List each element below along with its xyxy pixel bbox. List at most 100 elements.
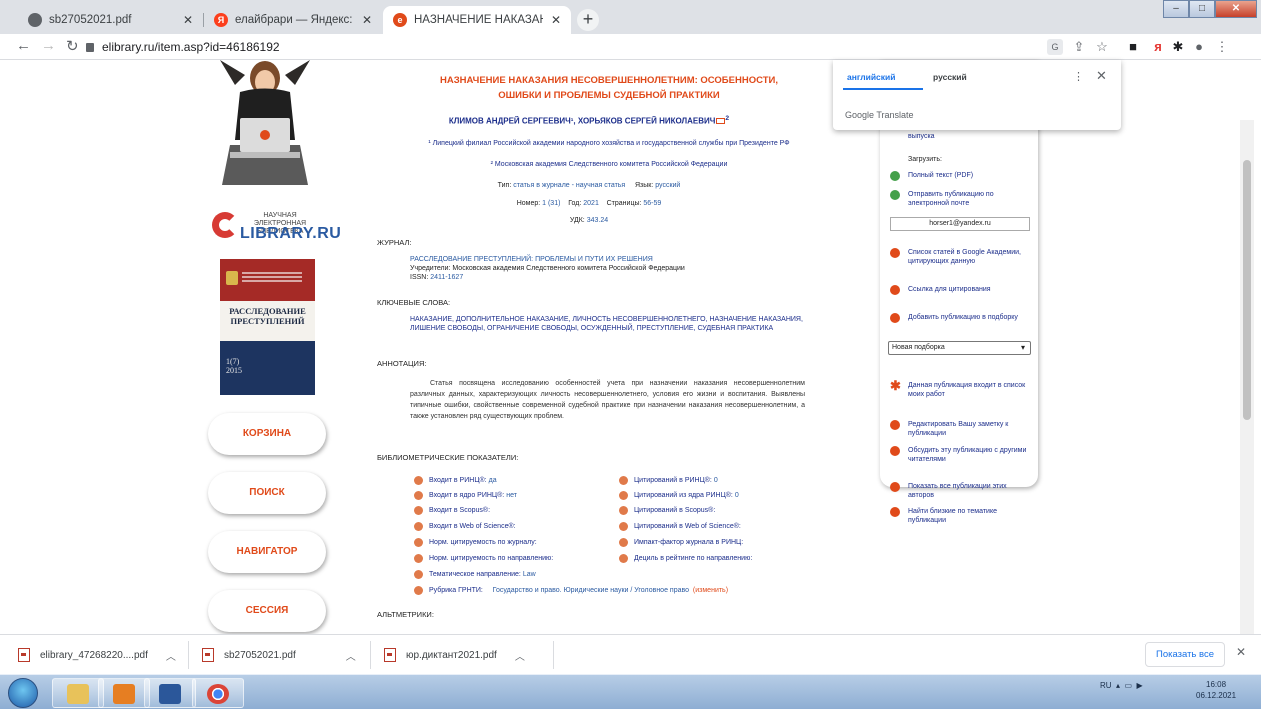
citation-link[interactable]: Ссылка для цитирования	[890, 285, 1033, 295]
my-works-link[interactable]: ✱ Данная публикация входит в список моих …	[890, 379, 1033, 399]
download-item[interactable]: sb27052021.pdf ︿	[202, 645, 356, 665]
minimize-button[interactable]: –	[1163, 0, 1189, 18]
help-icon[interactable]	[414, 476, 423, 485]
article-authors[interactable]: КЛИМОВ АНДРЕЙ СЕРГЕЕВИЧ¹, ХОРЬЯКОВ СЕРГЕ…	[364, 115, 814, 126]
journal-founders: Учредители: Московская академия Следстве…	[410, 265, 685, 272]
search-button[interactable]: ПОИСК	[208, 472, 326, 514]
translate-tab-russian[interactable]: русский	[933, 72, 967, 82]
send-email-link[interactable]: Отправить публикацию по электронной почт…	[890, 190, 1033, 208]
journal-link[interactable]: РАССЛЕДОВАНИЕ ПРЕСТУПЛЕНИЙ: ПРОБЛЕМЫ И П…	[410, 255, 810, 264]
help-icon[interactable]	[619, 506, 628, 515]
page-scrollbar[interactable]	[1240, 120, 1254, 634]
share-icon[interactable]: ⇪	[1071, 39, 1087, 55]
help-icon[interactable]	[414, 570, 423, 579]
help-icon[interactable]	[414, 538, 423, 547]
show-authors-publications-link[interactable]: Показать все публикации этих авторов	[890, 482, 1033, 500]
email-field[interactable]: horser1@yandex.ru	[890, 217, 1030, 231]
download-item[interactable]: elibrary_47268220....pdf ︿	[18, 645, 176, 665]
bookmark-star-icon[interactable]: ☆	[1094, 39, 1110, 55]
bibliometrics-heading: БИБЛИОМЕТРИЧЕСКИЕ ПОКАЗАТЕЛИ:	[377, 453, 519, 462]
fulltext-pdf-link[interactable]: Полный текст (PDF)	[890, 171, 1033, 181]
close-window-button[interactable]: ✕	[1215, 0, 1257, 18]
close-tab-icon[interactable]: ✕	[183, 13, 193, 27]
grnti-change-link[interactable]: (изменить)	[693, 587, 728, 594]
reload-icon[interactable]: ↻	[66, 37, 79, 55]
find-similar-link[interactable]: Найти близкие по тематике публикации	[890, 507, 1033, 525]
close-icon[interactable]: ✕	[1236, 645, 1246, 659]
navigator-button[interactable]: НАВИГАТОР	[208, 531, 326, 573]
keywords-list[interactable]: НАКАЗАНИЕ, ДОПОЛНИТЕЛЬНОЕ НАКАЗАНИЕ, ЛИЧ…	[410, 315, 810, 333]
help-icon[interactable]	[619, 538, 628, 547]
start-button[interactable]	[8, 678, 38, 708]
menu-icon[interactable]: ⋮	[1214, 39, 1230, 55]
translate-icon[interactable]: G	[1047, 39, 1063, 55]
article-language: русский	[655, 182, 681, 189]
scrollbar-thumb[interactable]	[1243, 160, 1251, 420]
maximize-button[interactable]: □	[1189, 0, 1215, 18]
help-icon[interactable]	[619, 554, 628, 563]
journal-block: РАССЛЕДОВАНИЕ ПРЕСТУПЛЕНИЙ: ПРОБЛЕМЫ И П…	[410, 255, 810, 282]
grnti-link[interactable]: Государство и право. Юридические науки /…	[493, 587, 689, 594]
close-icon[interactable]: ✕	[1096, 68, 1107, 84]
tab-yandex[interactable]: Я елайбрари — Яндекс: нашлось ✕	[204, 6, 382, 34]
chevron-up-icon[interactable]: ︿	[515, 648, 525, 663]
language-indicator[interactable]: RU	[1100, 681, 1112, 690]
forward-icon[interactable]: →	[41, 37, 56, 54]
journal-heading: ЖУРНАЛ:	[377, 238, 412, 247]
page-content: НАУЧНАЯ ЭЛЕКТРОННАЯ БИБЛИОТЕКА LIBRARY.RU…	[0, 60, 1261, 634]
add-to-collection-link[interactable]: Добавить публикацию в подборку	[890, 313, 1033, 323]
tab-elibrary-article[interactable]: e НАЗНАЧЕНИЕ НАКАЗАНИЯ НЕС ✕	[383, 6, 571, 34]
show-all-downloads-button[interactable]: Показать все	[1145, 642, 1225, 667]
journal-cover-image[interactable]: РАССЛЕДОВАНИЕ ПРЕСТУПЛЕНИЙ 1(7) 2015	[220, 259, 315, 395]
tab-label: елайбрари — Яндекс: нашлось	[235, 14, 354, 26]
help-icon[interactable]	[414, 491, 423, 500]
downloads-bar: elibrary_47268220....pdf ︿ sb27052021.pdf…	[0, 634, 1261, 674]
help-icon[interactable]	[619, 491, 628, 500]
new-tab-button[interactable]: +	[577, 9, 599, 31]
back-icon[interactable]: ←	[16, 37, 31, 54]
word-taskbar-button[interactable]	[144, 678, 196, 708]
thematic-link[interactable]: Law	[523, 571, 536, 578]
help-icon[interactable]	[414, 586, 423, 595]
collection-select[interactable]: Новая подборка ▾	[888, 341, 1031, 355]
profile-icon[interactable]: ●	[1191, 39, 1207, 55]
clock[interactable]: 16:08 06.12.2021	[1196, 679, 1236, 701]
download-item[interactable]: юр.диктант2021.pdf ︿	[384, 645, 525, 665]
translate-menu-icon[interactable]: ⋮	[1073, 70, 1084, 83]
help-icon[interactable]	[414, 506, 423, 515]
google-translate-popup: английский русский ⋮ ✕ Google Translate	[833, 60, 1121, 130]
chevron-up-icon[interactable]: ︿	[346, 648, 356, 663]
puzzle-icon[interactable]: ✱	[1170, 39, 1186, 55]
windows-taskbar: RU ▴ ▭ ▶ 16:08 06.12.2021	[0, 674, 1261, 709]
logo-mark-icon	[212, 212, 238, 238]
outlook-taskbar-button[interactable]	[98, 678, 150, 708]
issue-number[interactable]: 1 (31)	[542, 200, 560, 207]
tab-label: НАЗНАЧЕНИЕ НАКАЗАНИЯ НЕС	[414, 14, 543, 26]
chevron-up-icon[interactable]: ︿	[166, 648, 176, 663]
help-icon[interactable]	[619, 522, 628, 531]
explorer-taskbar-button[interactable]	[52, 678, 104, 708]
close-tab-icon[interactable]: ✕	[551, 13, 561, 27]
close-tab-icon[interactable]: ✕	[362, 13, 372, 27]
cart-button[interactable]: КОРЗИНА	[208, 413, 326, 455]
play-icon	[890, 248, 900, 258]
google-scholar-link[interactable]: Список статей в Google Академии, цитирую…	[890, 248, 1033, 266]
session-button[interactable]: СЕССИЯ	[208, 590, 326, 632]
discuss-link[interactable]: Обсудить эту публикацию с другими читате…	[890, 446, 1033, 464]
article-type[interactable]: статья в журнале - научная статья	[513, 182, 625, 189]
yandex-extension-icon[interactable]: я	[1150, 39, 1166, 55]
tab-sb27052021[interactable]: sb27052021.pdf ✕	[18, 6, 203, 34]
chrome-taskbar-button[interactable]	[192, 678, 244, 708]
edit-note-link[interactable]: Редактировать Вашу заметку к публикации	[890, 420, 1033, 438]
release-link[interactable]: выпуска	[908, 132, 935, 141]
help-icon[interactable]	[619, 476, 628, 485]
help-icon[interactable]	[414, 554, 423, 563]
url-field[interactable]: elibrary.ru/item.asp?id=46186192	[86, 36, 1086, 58]
article-number-row: Номер: 1 (31) Год: 2021 Страницы: 56-59	[516, 200, 662, 207]
help-icon[interactable]	[414, 522, 423, 531]
elibrary-icon: e	[393, 13, 407, 27]
article-pages: 56-59	[643, 200, 662, 207]
extension-icon[interactable]: ■	[1125, 39, 1141, 55]
elibrary-logo[interactable]: НАУЧНАЯ ЭЛЕКТРОННАЯ БИБЛИОТЕКА LIBRARY.RU	[212, 208, 341, 248]
translate-tab-english[interactable]: английский	[847, 72, 895, 82]
